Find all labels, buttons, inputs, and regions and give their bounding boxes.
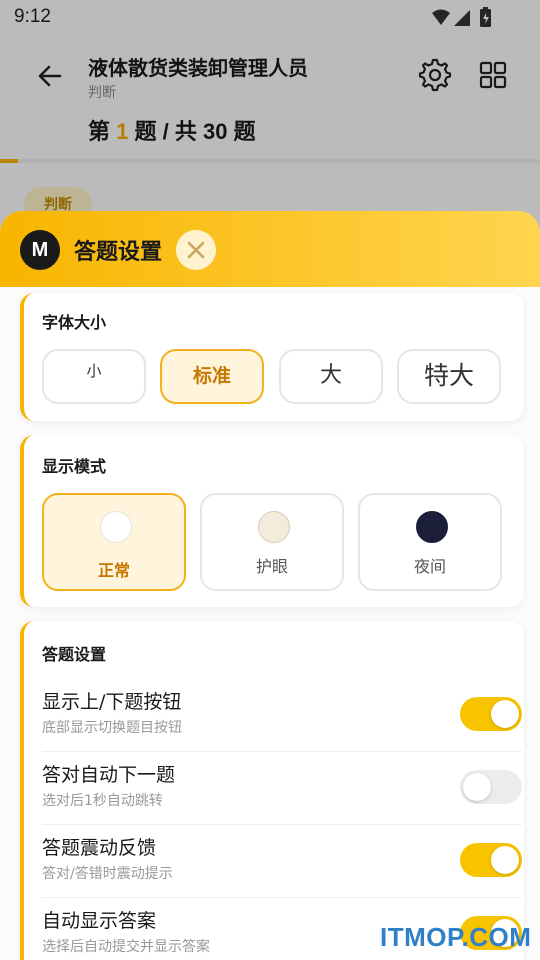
settings-sheet: M 答题设置 字体大小 小 标准 大 特大 显示模式 正常 护眼 夜间 答题设置… [0,211,540,960]
sheet-title: 答题设置 [74,240,163,265]
display-mode-title: 显示模式 [42,457,107,476]
toggle-nav-buttons[interactable] [460,697,522,731]
font-option-standard[interactable]: 标准 [160,349,264,404]
mode-swatch-night [416,511,448,543]
toggle-vibration[interactable] [460,843,522,877]
font-option-xlarge[interactable]: 特大 [397,349,501,404]
mode-option-eye-care[interactable]: 护眼 [200,493,344,591]
setting-subtitle: 答对/答错时震动提示 [42,866,173,882]
mode-swatch-eye-care [258,511,290,543]
mode-swatch-normal [100,511,132,543]
toggle-auto-next[interactable] [460,770,522,804]
close-button[interactable] [176,230,216,270]
setting-subtitle: 选对后1秒自动跳转 [42,793,163,809]
answer-settings-title: 答题设置 [42,645,107,664]
toggle-knob [491,846,519,874]
mode-label-normal: 正常 [97,561,130,580]
close-icon [187,241,205,259]
font-size-title: 字体大小 [42,313,107,332]
mode-option-night[interactable]: 夜间 [358,493,502,591]
setting-title: 答对自动下一题 [42,764,176,786]
setting-row-nav-buttons[interactable]: 显示上/下题按钮 底部显示切换题目按钮 [42,679,522,752]
setting-title: 答题震动反馈 [42,837,157,859]
setting-row-auto-next[interactable]: 答对自动下一题 选对后1秒自动跳转 [42,752,522,825]
mode-label-night: 夜间 [413,557,446,576]
setting-row-vibration[interactable]: 答题震动反馈 答对/答错时震动提示 [42,825,522,898]
toggle-knob [463,773,491,801]
setting-title: 显示上/下题按钮 [42,691,182,713]
toggle-knob [491,700,519,728]
watermark: ITMOP.COM [380,922,532,952]
sheet-header: M 答题设置 [0,211,540,287]
font-option-large[interactable]: 大 [279,349,383,404]
mode-option-normal[interactable]: 正常 [42,493,186,591]
setting-subtitle: 选择后自动提交并显示答案 [42,939,210,955]
setting-subtitle: 底部显示切换题目按钮 [42,720,182,736]
app-logo: M [20,230,60,270]
font-option-small[interactable]: 小 [42,349,146,404]
mode-label-eye-care: 护眼 [255,557,288,576]
setting-title: 自动显示答案 [42,910,157,932]
